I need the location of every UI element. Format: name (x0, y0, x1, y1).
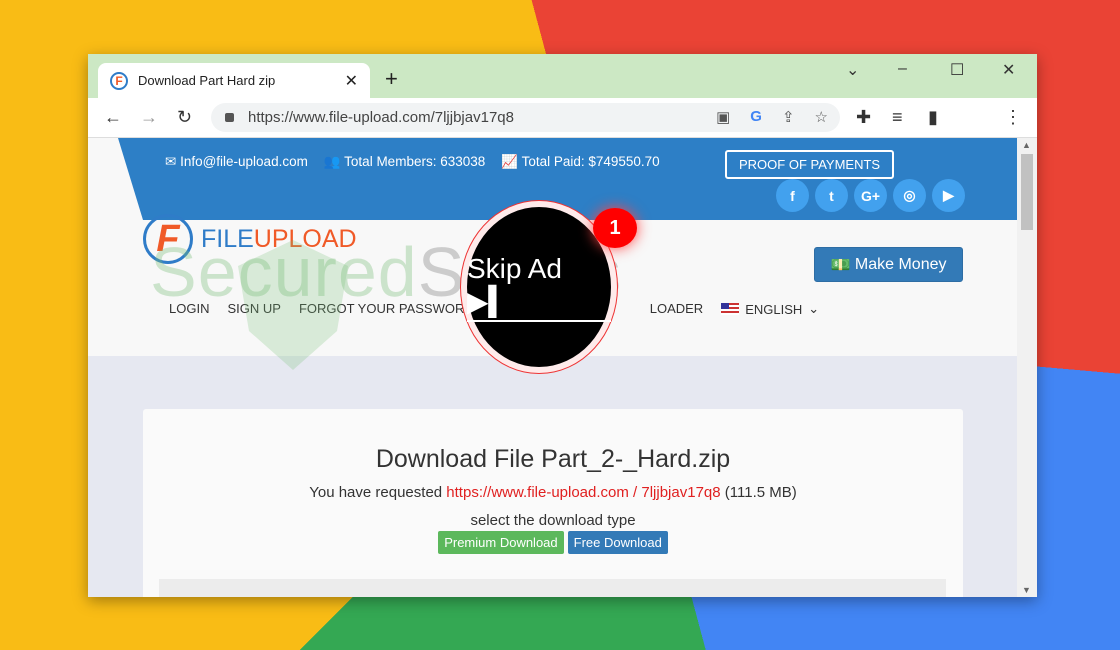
file-title: Download File Part_2-_Hard.zip (375, 445, 731, 473)
scrollbar-thumb[interactable] (1021, 154, 1033, 230)
site-stats: ✉ Info@file-upload.com 👥 Total Members: … (165, 154, 660, 170)
new-tab-icon[interactable]: + (385, 66, 398, 92)
scroll-up-icon[interactable]: ▲ (1022, 140, 1031, 150)
close-tab-icon[interactable]: ✕ (345, 71, 358, 91)
media-icon[interactable]: ≡ (892, 107, 903, 128)
share-icon[interactable]: ⇪ (782, 108, 795, 126)
maximize-icon[interactable]: ☐ (950, 60, 964, 80)
file-size: (111.5 MB) (724, 484, 797, 501)
nav-login[interactable]: LOGIN (169, 301, 209, 317)
forward-icon[interactable]: → (140, 107, 158, 128)
language-label: ENGLISH (745, 301, 803, 317)
language-select[interactable]: ENGLISH ⌄ (721, 301, 819, 317)
bookmark-star-icon[interactable]: ☆ (815, 108, 828, 126)
email-link[interactable]: ✉ Info@file-upload.com (165, 154, 308, 170)
tab-active[interactable]: F Download Part Hard zip ✕ (98, 63, 370, 98)
extensions-icon[interactable]: ✚ (856, 107, 871, 128)
email-text: Info@file-upload.com (180, 154, 308, 169)
file-link[interactable]: https://www.file-upload.com / 7ljjbjav17… (446, 484, 720, 501)
twitter-icon[interactable]: t (815, 179, 848, 212)
web-page: ✉ Info@file-upload.com 👥 Total Members: … (88, 138, 1017, 597)
skip-ad-button[interactable]: Skip Ad ▶▍ (467, 207, 611, 367)
free-download-button[interactable]: Free Download (567, 531, 668, 554)
menu-icon[interactable]: ⋮ (1004, 107, 1022, 128)
address-bar[interactable]: https://www.file-upload.com/7ljjbjav17q8… (211, 103, 840, 132)
requested-line: You have requested https://www.file-uplo… (143, 484, 963, 501)
requested-prefix: You have requested (309, 484, 443, 501)
tab-title: Download Part Hard zip (138, 73, 276, 88)
scroll-down-icon[interactable]: ▼ (1022, 585, 1031, 595)
notification-badge: 1 (593, 208, 637, 248)
members-text: Total Members: 633038 (344, 154, 486, 169)
select-type-label: select the download type (470, 512, 636, 529)
paid-stat: 📈 Total Paid: $749550.70 (501, 154, 660, 169)
minimize-icon[interactable]: – (898, 60, 907, 78)
proof-of-payments-button[interactable]: PROOF OF PAYMENTS (725, 150, 895, 179)
us-flag-icon (721, 303, 740, 315)
instagram-icon[interactable]: ◎ (893, 179, 926, 212)
popup-blocked-icon[interactable]: ▣ (716, 108, 730, 126)
scrollbar[interactable]: ▲ ▼ (1017, 138, 1037, 597)
members-stat: 👥 Total Members: 633038 (323, 154, 486, 169)
social-links: f t G+ ◎ ▶ (776, 179, 965, 212)
download-card: Download File Part_2-_Hard.zip You have … (143, 409, 963, 597)
google-plus-icon[interactable]: G+ (854, 179, 887, 212)
tab-strip: F Download Part Hard zip ✕ + ⌄ – ☐ ✕ (88, 54, 1037, 98)
tab-search-icon[interactable]: ⌄ (846, 60, 859, 80)
close-window-icon[interactable]: ✕ (1002, 60, 1015, 80)
skip-ad-label: Skip Ad ▶▍ (467, 253, 611, 322)
favicon-icon: F (110, 71, 128, 90)
nav-loader[interactable]: LOADER (650, 301, 703, 317)
back-icon[interactable]: ← (104, 107, 122, 128)
youtube-icon[interactable]: ▶ (932, 179, 965, 212)
info-panel (159, 579, 946, 597)
facebook-icon[interactable]: f (776, 179, 809, 212)
make-money-button[interactable]: 💵 Make Money (814, 247, 963, 282)
premium-download-button[interactable]: Premium Download (438, 531, 564, 554)
google-icon[interactable]: G (750, 108, 762, 126)
url-text: https://www.file-upload.com/7ljjbjav17q8 (248, 109, 514, 126)
lock-icon (225, 113, 234, 122)
paid-text: Total Paid: $749550.70 (521, 154, 660, 169)
reload-icon[interactable]: ↻ (177, 107, 192, 128)
logo-text-file: FILE (201, 224, 254, 253)
browser-toolbar: ← → ↻ https://www.file-upload.com/7ljjbj… (88, 98, 1037, 138)
logo-mark-icon: F (143, 214, 193, 264)
side-panel-icon[interactable]: ▮ (928, 107, 938, 128)
make-money-label: Make Money (854, 255, 947, 273)
chevron-down-icon: ⌄ (808, 301, 820, 316)
